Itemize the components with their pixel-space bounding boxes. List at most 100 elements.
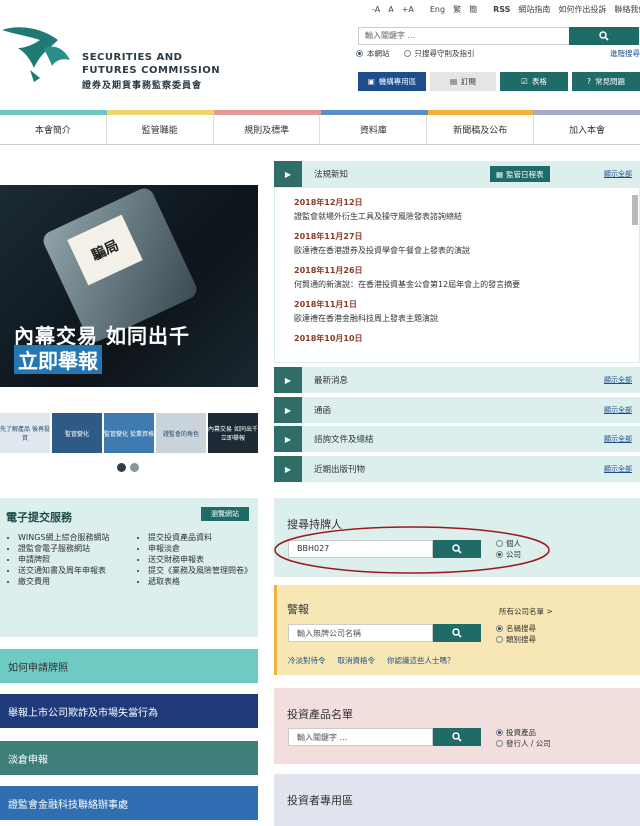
thumbnail[interactable]: 監管變化 從業資格 xyxy=(104,413,154,453)
list-item[interactable]: 繳交費用 xyxy=(18,576,138,587)
scope-site-radio[interactable] xyxy=(356,49,363,57)
alert-title: 警報 xyxy=(287,603,309,616)
lang-en-link[interactable]: Eng xyxy=(430,5,445,14)
eservices-portal-button[interactable]: 瀏覽網站 xyxy=(201,507,249,521)
list-item[interactable]: 提交《業務及風險管理問卷》 xyxy=(148,565,252,576)
sfc-logo[interactable]: SECURITIES AND FUTURES COMMISSION 證券及期貨事… xyxy=(0,8,240,91)
play-arrow-icon: ▶ xyxy=(274,426,302,452)
cold-shoulder-link[interactable]: 冷淡對待令 xyxy=(288,655,326,666)
list-item[interactable]: 申報淡倉 xyxy=(148,543,252,554)
issuer-radio[interactable] xyxy=(496,740,503,747)
licensing-bar[interactable]: 如何申請牌照 xyxy=(0,649,258,683)
list-item[interactable]: 申請牌照 xyxy=(18,554,138,565)
eservices-right-list: 提交投資產品資料 申報淡倉 送交財務申報表 提交《業務及風險管理問卷》 遞取表格 xyxy=(148,532,252,587)
site-search-input[interactable]: 輸入關鍵字 ... xyxy=(358,27,570,45)
nav-news[interactable]: 新聞稿及公布 xyxy=(427,115,535,144)
question-icon: ? xyxy=(587,77,591,86)
alert-search-button[interactable] xyxy=(433,624,481,642)
know-these-people-link[interactable]: 你認識這些人士嗎？ xyxy=(387,655,455,666)
list-item[interactable]: 證監會電子服務網站 xyxy=(18,543,138,554)
forms-button[interactable]: ☑ 表格 xyxy=(500,72,568,91)
investor-zone-card[interactable]: 投資者專用區 xyxy=(274,774,640,826)
font-mid-button[interactable]: A xyxy=(388,5,393,14)
product-option[interactable]: 投資產品 xyxy=(496,727,536,738)
site-search-button[interactable] xyxy=(569,27,639,45)
search-icon xyxy=(452,732,462,742)
fintech-bar[interactable]: 證監會金融科技聯絡辦事處 xyxy=(0,786,258,820)
product-radio[interactable] xyxy=(496,729,503,736)
products-search-button[interactable] xyxy=(433,728,481,746)
nav-database[interactable]: 資料庫 xyxy=(320,115,428,144)
list-item[interactable]: 2018年12月12日 證監會就場外衍生工具及操守風險發表諮詢總結 xyxy=(294,197,623,222)
thumbnail[interactable]: 先了解產品 後再投資 xyxy=(0,413,50,453)
list-item[interactable]: 2018年10月10日 xyxy=(294,333,623,344)
nav-rules[interactable]: 規則及標準 xyxy=(214,115,321,144)
alert-all-list-link[interactable]: 所有公司名單 > xyxy=(499,606,553,617)
list-item[interactable]: WINGS網上綜合服務網站 xyxy=(18,532,138,543)
rss-link[interactable]: RSS xyxy=(493,5,510,14)
advanced-search-link[interactable]: 進階搜尋 xyxy=(610,48,640,59)
calendar-button[interactable]: ▦ 監管日程表 xyxy=(490,166,550,182)
play-arrow-icon: ▶ xyxy=(274,456,302,482)
products-search-input[interactable]: 輸入關鍵字 ... xyxy=(288,728,433,746)
news-list: 2018年12月12日 證監會就場外衍生工具及操守風險發表諮詢總結 2018年11… xyxy=(274,187,640,363)
show-all-link[interactable]: 顯示全部 xyxy=(604,434,632,444)
list-item[interactable]: 送交財務申報表 xyxy=(148,554,252,565)
industry-zone-button[interactable]: ▣ 機構專用區 xyxy=(358,72,426,91)
subscribe-button[interactable]: ▤ 訂閱 xyxy=(430,72,496,91)
contact-link[interactable]: 聯絡我們 xyxy=(614,4,640,15)
list-item[interactable]: 送交通知書及周年申報表 xyxy=(18,565,138,576)
logo-zh: 證券及期貨事務監察委員會 xyxy=(82,81,203,91)
thumbnail[interactable]: 內幕交易 如同出千 立即舉報 xyxy=(208,413,258,453)
name-search-radio[interactable] xyxy=(496,625,503,632)
thumbnail[interactable]: 證監會的角色 xyxy=(156,413,206,453)
faq-button[interactable]: ? 常見問題 xyxy=(572,72,640,91)
news-scrollbar[interactable] xyxy=(632,195,638,225)
nav-about[interactable]: 本會簡介 xyxy=(0,115,107,144)
complaint-link[interactable]: 如何作出投訴 xyxy=(558,4,606,15)
list-item[interactable]: 2018年11月27日 歐達禮在香港證券及投資學會午餐會上發表的演說 xyxy=(294,231,623,256)
show-all-link[interactable]: 顯示全部 xyxy=(604,464,632,474)
list-item[interactable]: 遞取表格 xyxy=(148,576,252,587)
report-fraud-bar[interactable]: 舉報上市公司欺詐及市場失當行為 xyxy=(0,694,258,728)
carousel-play-button[interactable] xyxy=(117,463,126,472)
news-panel-header[interactable]: ▶ 法規新知 ▦ 監管日程表 顯示全部 xyxy=(274,161,640,187)
list-item[interactable]: 提交投資產品資料 xyxy=(148,532,252,543)
short-position-bar[interactable]: 淡倉申報 xyxy=(0,741,258,775)
panel-publications[interactable]: ▶ 近期出版刊物 顯示全部 xyxy=(274,456,640,482)
scope-code-label: 只搜尋守則及指引 xyxy=(414,48,475,58)
issuer-option[interactable]: 發行人 / 公司 xyxy=(496,738,551,749)
alert-search-input[interactable]: 輸入無牌公司名稱 xyxy=(288,624,433,642)
search-icon xyxy=(599,31,609,41)
eservices-left-list: WINGS網上綜合服務網站 證監會電子服務網站 申請牌照 送交通知書及周年申報表… xyxy=(18,532,138,587)
main-nav: 本會簡介 監管職能 規則及標準 資料庫 新聞稿及公布 加入本會 xyxy=(0,115,640,145)
type-search-radio[interactable] xyxy=(496,636,503,643)
hero-banner[interactable]: 騙局 內幕交易 如同出千 立即舉報 xyxy=(0,185,258,387)
panel-circulars[interactable]: ▶ 通函 顯示全部 xyxy=(274,397,640,423)
news-show-all-link[interactable]: 顯示全部 xyxy=(604,169,632,179)
type-search-option[interactable]: 類別搜尋 xyxy=(496,634,536,645)
eagle-logo-icon xyxy=(2,27,70,82)
disqualification-link[interactable]: 取消資格令 xyxy=(338,655,376,666)
panel-consultations[interactable]: ▶ 諮詢文件及總結 顯示全部 xyxy=(274,426,640,452)
alert-links: 冷淡對待令 取消資格令 你認識這些人士嗎？ xyxy=(288,655,455,666)
show-all-link[interactable]: 顯示全部 xyxy=(604,375,632,385)
list-item[interactable]: 2018年11月1日 歐達禮在香港金融科技周上發表主題演說 xyxy=(294,299,623,324)
sitemap-link[interactable]: 網站指南 xyxy=(518,4,550,15)
font-large-button[interactable]: +A xyxy=(402,5,414,14)
list-item[interactable]: 2018年11月26日 何賢通的新演說：在香港投資基金公會第12屆年會上的發言摘要 xyxy=(294,265,623,290)
lang-tc-link[interactable]: 繁 xyxy=(453,4,461,15)
scope-code-radio[interactable] xyxy=(403,49,411,57)
carousel-pause-button[interactable] xyxy=(130,463,139,472)
nav-regulatory[interactable]: 監管職能 xyxy=(107,115,214,144)
lang-sc-link[interactable]: 簡 xyxy=(469,4,477,15)
thumbnail[interactable]: 監管變化 xyxy=(52,413,102,453)
name-search-option[interactable]: 名稱搜尋 xyxy=(496,623,536,634)
folder-icon: ▣ xyxy=(367,77,375,86)
panel-latest-news[interactable]: ▶ 最新消息 顯示全部 xyxy=(274,367,640,393)
products-card: 投資產品名單 輸入關鍵字 ... 投資產品 發行人 / 公司 xyxy=(274,688,640,764)
logo-en-line1: SECURITIES AND xyxy=(82,52,183,63)
nav-careers[interactable]: 加入本會 xyxy=(534,115,640,144)
font-small-button[interactable]: -A xyxy=(372,5,380,14)
show-all-link[interactable]: 顯示全部 xyxy=(604,405,632,415)
